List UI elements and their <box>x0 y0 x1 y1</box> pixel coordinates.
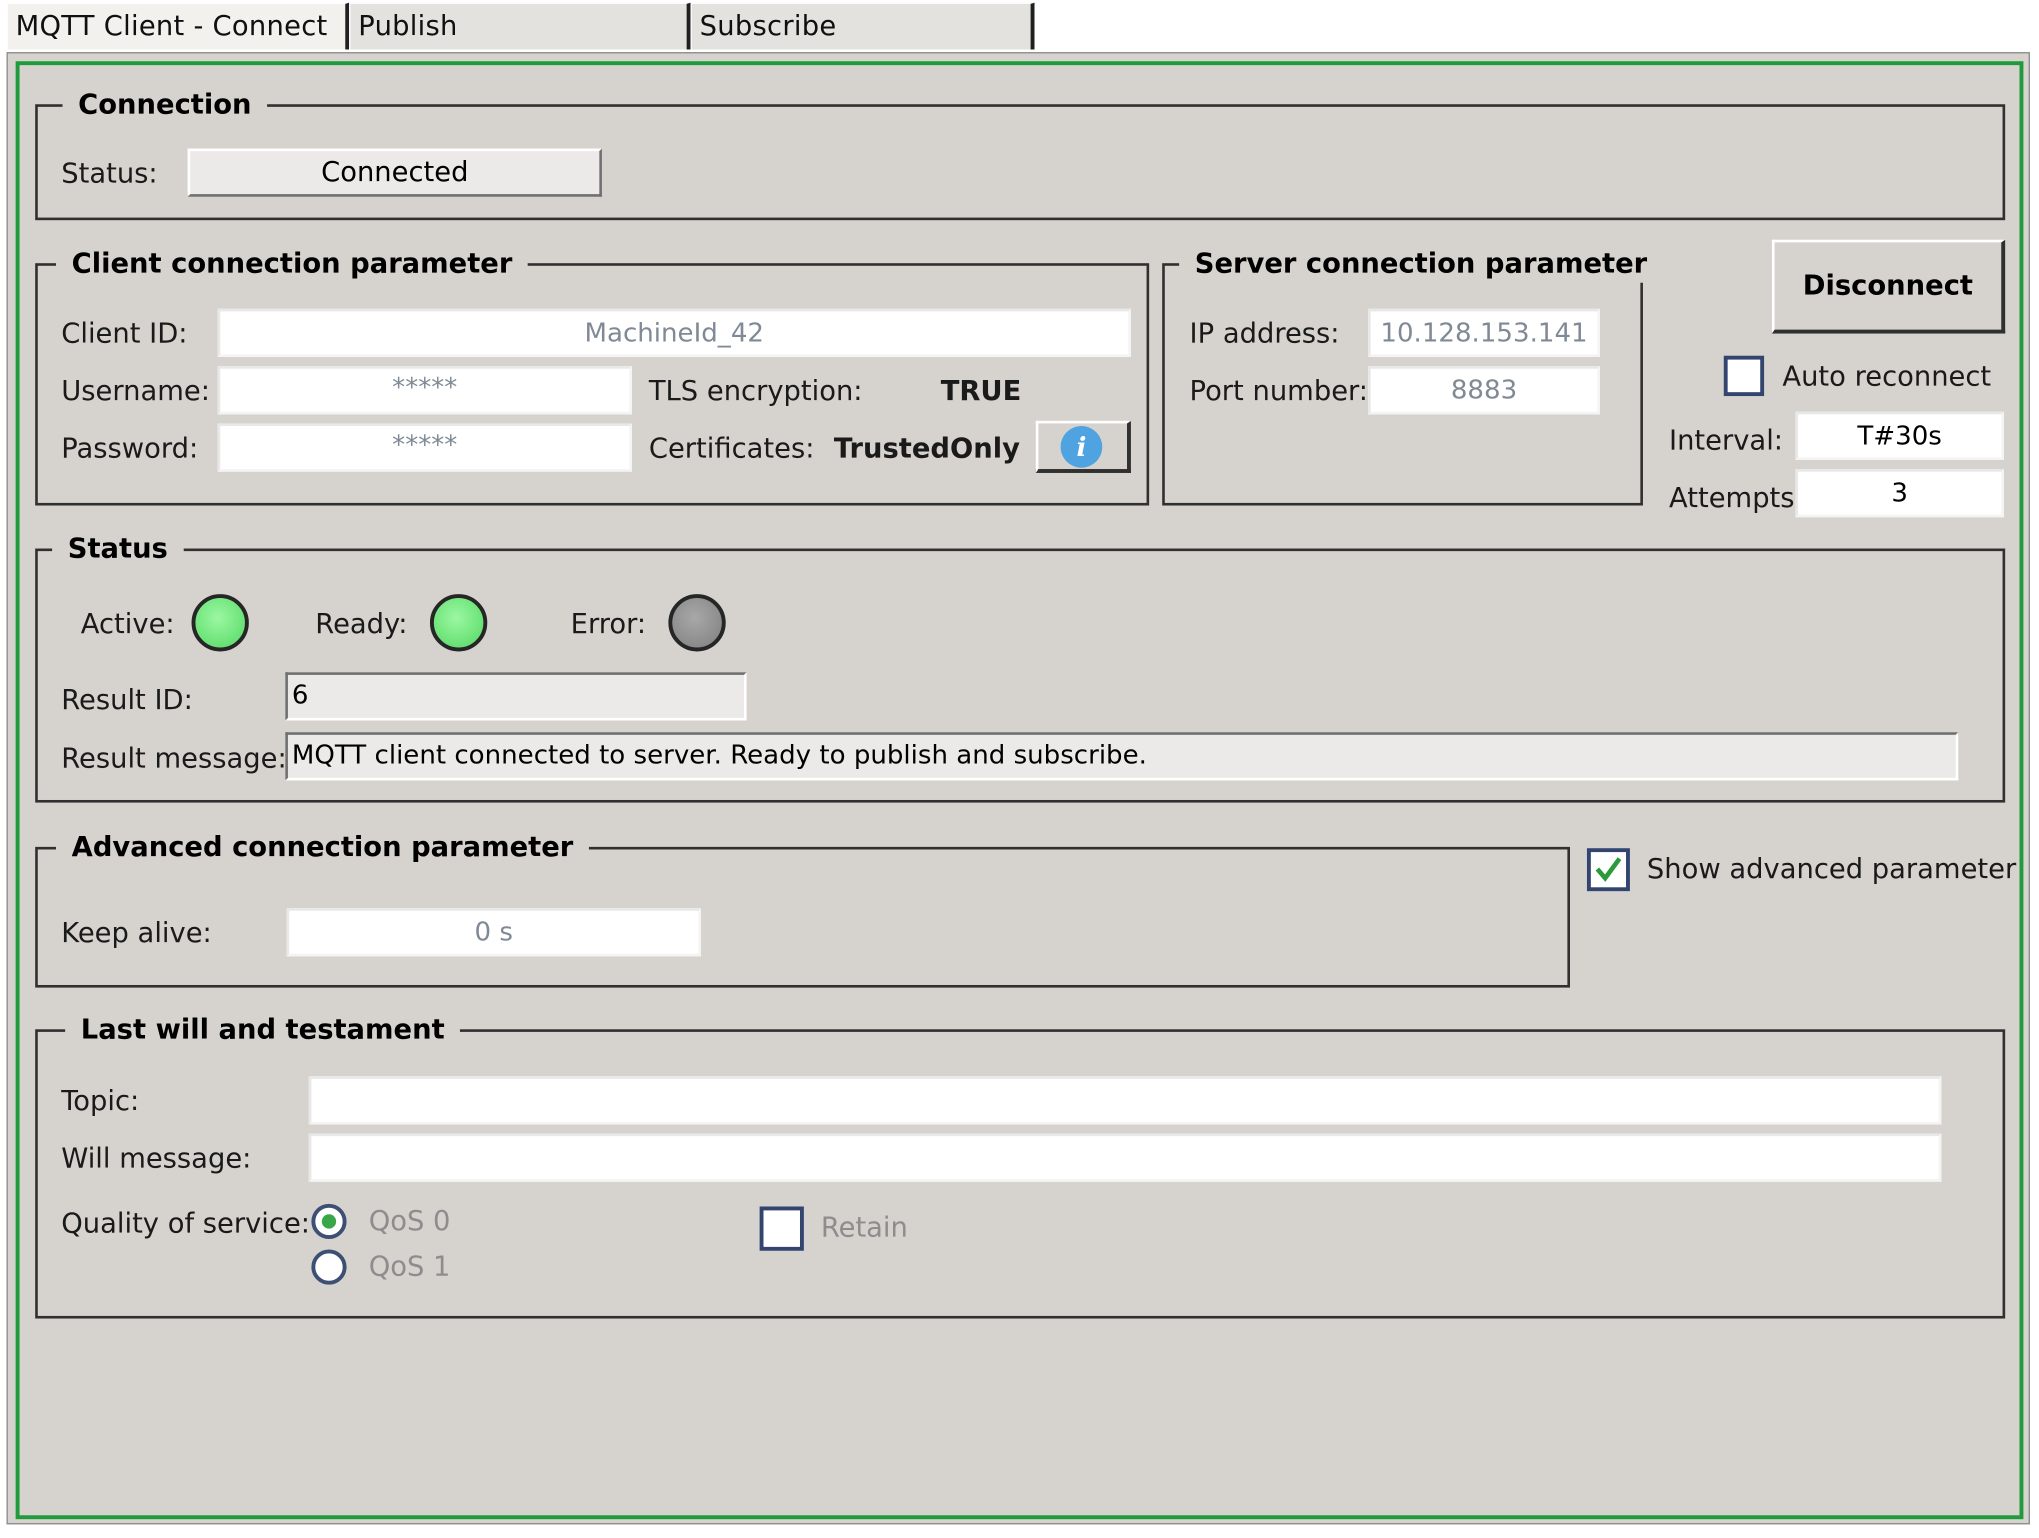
ip-address-input[interactable]: 10.128.153.141 <box>1368 308 1600 357</box>
port-number-input[interactable]: 8883 <box>1368 366 1600 415</box>
retain-label: Retain <box>820 1211 908 1243</box>
status-label: Status: <box>61 157 158 189</box>
checkmark-icon <box>1595 857 1622 882</box>
last-will-legend: Last will and testament <box>65 1009 461 1049</box>
auto-reconnect-label: Auto reconnect <box>1782 360 1992 393</box>
connection-legend: Connection <box>62 84 268 124</box>
port-number-label: Port number: <box>1189 375 1369 407</box>
client-connection-legend: Client connection parameter <box>56 243 529 283</box>
qos0-label: QoS 0 <box>368 1205 451 1237</box>
will-message-label: Will message: <box>61 1142 252 1174</box>
result-message-field: MQTT client connected to server. Ready t… <box>285 732 1959 781</box>
result-message-label: Result message: <box>61 742 287 774</box>
qos1-radio[interactable] <box>311 1249 347 1285</box>
client-id-input[interactable]: MachineId_42 <box>217 308 1131 357</box>
connection-status-field: Connected <box>187 148 602 197</box>
result-id-label: Result ID: <box>61 684 193 716</box>
password-input[interactable]: ***** <box>217 423 632 472</box>
topic-label: Topic: <box>61 1085 140 1117</box>
will-message-input[interactable] <box>308 1133 1942 1182</box>
qos0-radio[interactable] <box>311 1203 347 1240</box>
tab-subscribe[interactable]: Subscribe <box>690 2 1035 50</box>
result-id-field: 6 <box>285 672 747 721</box>
keep-alive-input[interactable]: 0 s <box>286 908 701 957</box>
active-label: Active: <box>80 608 175 640</box>
certificates-label: Certificates: <box>648 432 815 464</box>
info-icon: i <box>1060 426 1103 468</box>
disconnect-button[interactable]: Disconnect <box>1771 239 2006 334</box>
radio-selected-dot-icon <box>321 1214 337 1229</box>
error-label: Error: <box>570 608 647 640</box>
ip-address-label: IP address: <box>1189 317 1340 350</box>
tls-value: TRUE <box>940 375 1022 407</box>
tab-connect[interactable]: MQTT Client - Connect <box>6 2 350 50</box>
interval-label: Interval: <box>1669 424 1784 457</box>
mqtt-connect-screen: MQTT Client - Connect Publish Subscribe … <box>0 0 2039 1536</box>
active-indicator-icon <box>191 594 249 652</box>
attempts-label: Attempts: <box>1669 482 1804 514</box>
ready-indicator-icon <box>429 594 488 652</box>
server-connection-legend: Server connection parameter <box>1179 243 1663 283</box>
show-advanced-label: Show advanced parameter <box>1646 853 2017 885</box>
interval-input[interactable]: T#30s <box>1795 411 2004 460</box>
username-input[interactable]: ***** <box>217 366 632 415</box>
status-legend: Status <box>52 528 184 569</box>
error-indicator-icon <box>668 594 726 652</box>
password-label: Password: <box>61 432 199 464</box>
advanced-connection-group: Advanced connection parameter <box>35 827 1570 988</box>
advanced-connection-legend: Advanced connection parameter <box>56 827 589 867</box>
auto-reconnect-checkbox[interactable] <box>1723 355 1765 397</box>
tls-label: TLS encryption: <box>648 375 863 407</box>
show-advanced-checkbox[interactable] <box>1586 848 1630 892</box>
tab-publish[interactable]: Publish <box>349 2 691 50</box>
retain-checkbox[interactable] <box>759 1206 804 1251</box>
client-id-label: Client ID: <box>61 317 188 350</box>
quality-of-service-label: Quality of service: <box>61 1207 311 1240</box>
certificates-value: TrustedOnly <box>833 432 1020 464</box>
ready-label: Ready: <box>315 608 408 640</box>
qos1-label: QoS 1 <box>368 1250 451 1283</box>
topic-input[interactable] <box>308 1076 1942 1125</box>
attempts-input[interactable]: 3 <box>1795 469 2004 518</box>
certificates-info-button[interactable]: i <box>1035 420 1131 473</box>
username-label: Username: <box>61 375 210 407</box>
keep-alive-label: Keep alive: <box>61 917 212 949</box>
